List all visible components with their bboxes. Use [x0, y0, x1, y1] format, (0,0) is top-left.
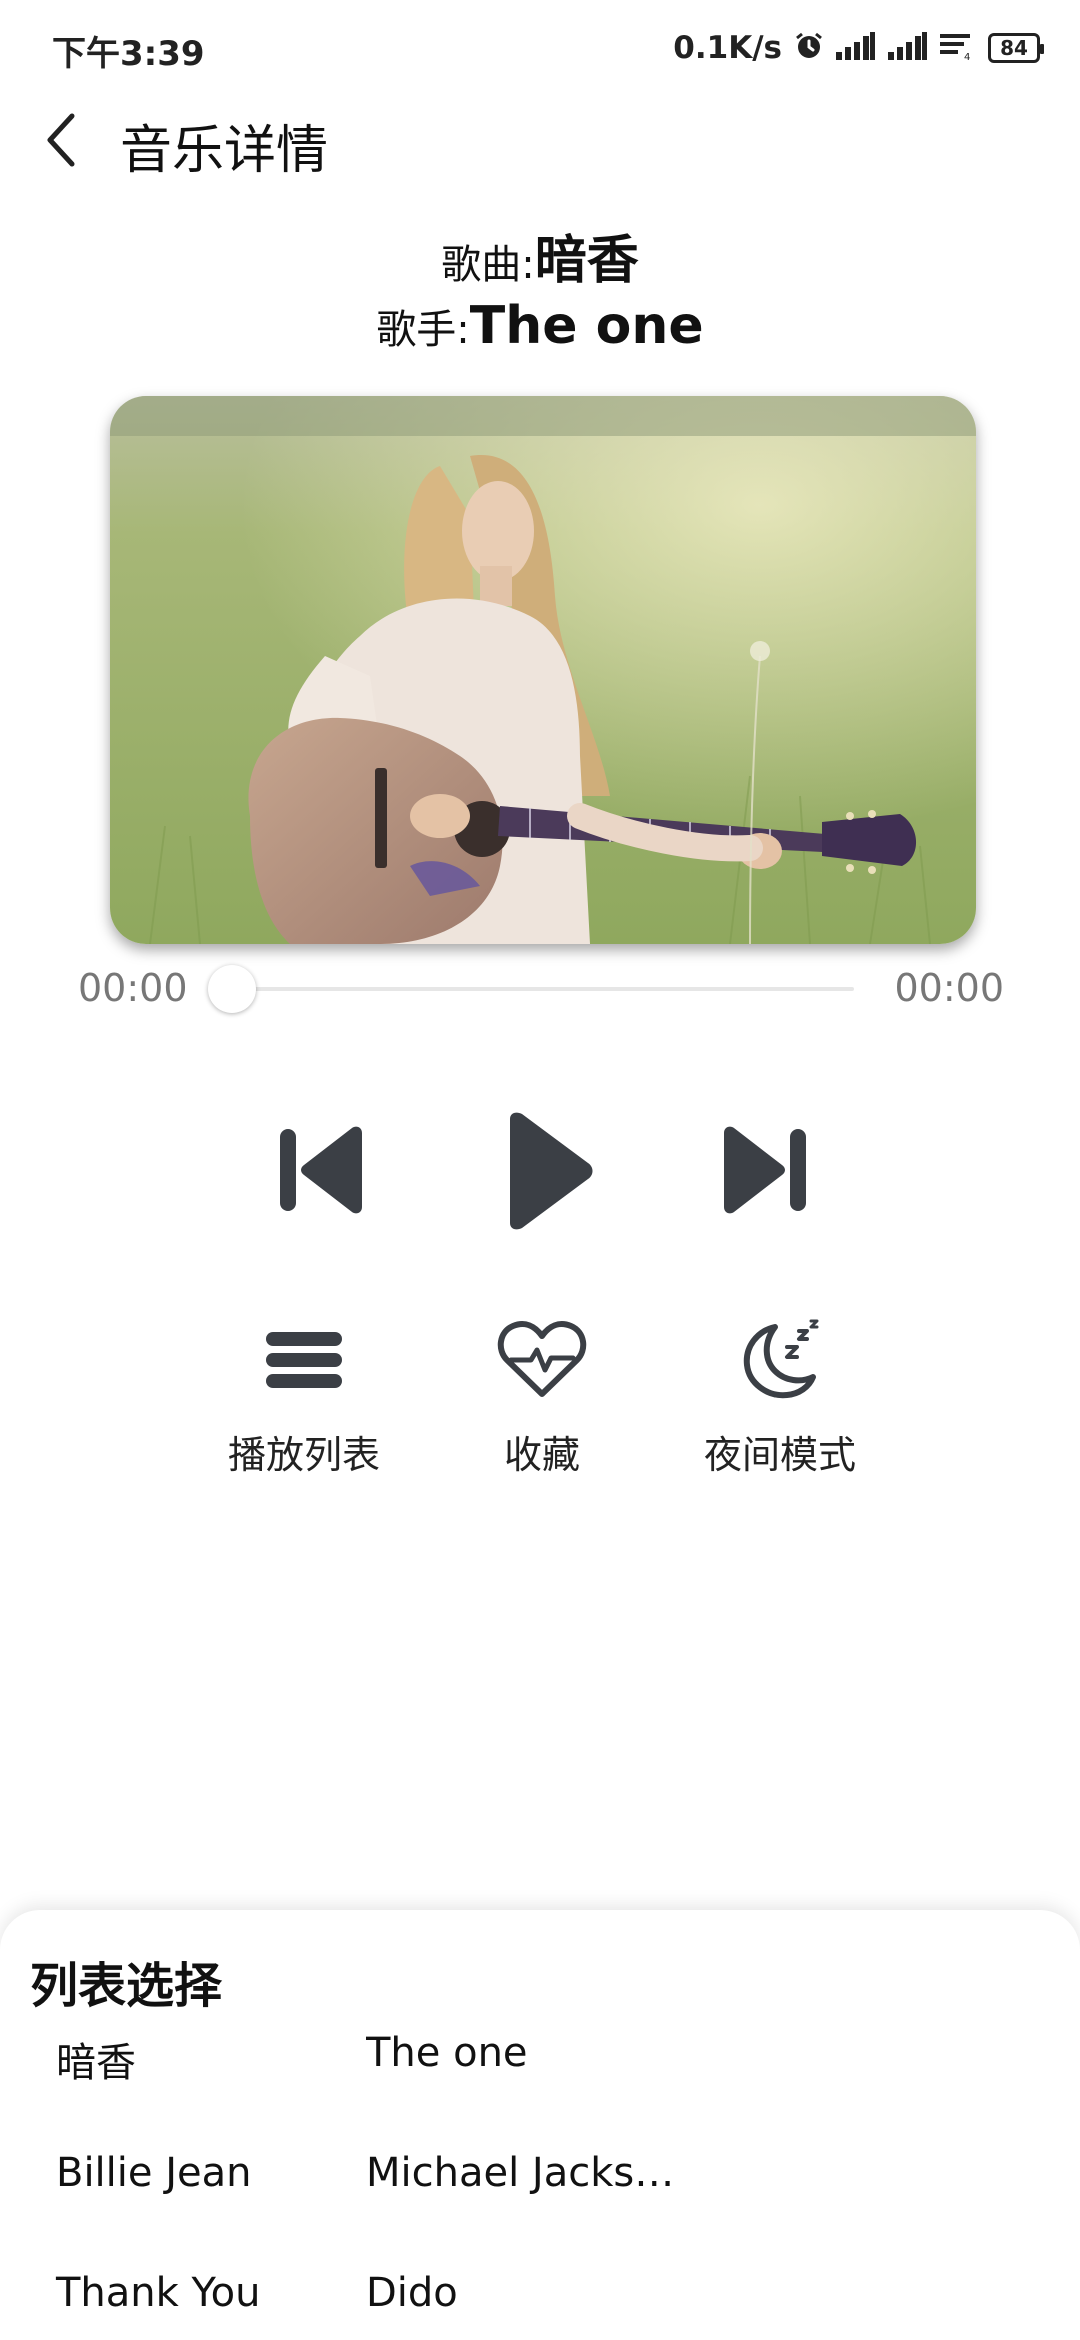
current-time: 00:00: [78, 966, 188, 1010]
artist-label: 歌手:: [376, 307, 470, 353]
svg-text:4: 4: [964, 52, 970, 60]
next-button[interactable]: [706, 1120, 826, 1220]
seek-bar[interactable]: [230, 987, 854, 991]
signal-icon: [888, 32, 928, 64]
back-button[interactable]: [30, 100, 90, 180]
favorite-label: 收藏: [503, 1433, 580, 1477]
chevron-left-icon: [47, 113, 75, 167]
song-artist: Michael Jacks…: [366, 2150, 675, 2196]
song-title: 暗香: [534, 231, 639, 291]
page-title: 音乐详情: [120, 121, 329, 181]
signal-icon: [836, 32, 876, 64]
seek-thumb[interactable]: [208, 965, 256, 1013]
heart-pulse-icon: [497, 1310, 587, 1410]
alarm-icon: [794, 31, 824, 65]
status-time: 下午3:39: [52, 34, 205, 74]
list-clip-mask: [0, 2310, 1080, 2340]
sheet-title: 列表选择: [30, 1958, 223, 2014]
playlist-label: 播放列表: [227, 1433, 380, 1477]
list-item[interactable]: 暗香 The one: [0, 2030, 1080, 2150]
wifi-icon: 4: [940, 32, 976, 64]
artist-name: The one: [469, 296, 704, 356]
list-item[interactable]: Billie Jean Michael Jacks…: [0, 2150, 1080, 2270]
battery-icon: 84: [988, 33, 1044, 63]
song-title-label: 歌曲:: [441, 242, 535, 288]
song-name: Billie Jean: [56, 2150, 252, 2196]
total-time: 00:00: [894, 966, 1004, 1010]
playlist-button[interactable]: 播放列表: [194, 1310, 414, 1480]
moon-sleep-icon: [737, 1310, 823, 1410]
album-cover: [110, 396, 976, 944]
status-bar: 下午3:39 0.1K/s 4 84: [0, 0, 1080, 96]
play-icon: [510, 1112, 593, 1230]
play-button[interactable]: [486, 1106, 606, 1236]
network-speed: 0.1K/s: [673, 30, 782, 66]
favorite-button[interactable]: 收藏: [432, 1310, 652, 1480]
night-mode-label: 夜间模式: [703, 1433, 856, 1477]
skip-previous-icon: [280, 1126, 362, 1214]
artist-line: 歌手:The one: [0, 296, 1080, 356]
song-title-line: 歌曲:暗香: [0, 218, 1080, 293]
playlist-sheet: 列表选择 暗香 The one Billie Jean Michael Jack…: [0, 1910, 1080, 2340]
playlist-list[interactable]: 暗香 The one Billie Jean Michael Jacks… Th…: [0, 2030, 1080, 2316]
night-mode-button[interactable]: 夜间模式: [670, 1310, 890, 1480]
song-name: 暗香: [56, 2040, 136, 2086]
previous-button[interactable]: [260, 1120, 380, 1220]
list-icon: [264, 1310, 344, 1410]
song-artist: The one: [366, 2030, 528, 2076]
skip-next-icon: [724, 1126, 806, 1214]
status-icons: 0.1K/s 4 84: [673, 26, 1044, 70]
